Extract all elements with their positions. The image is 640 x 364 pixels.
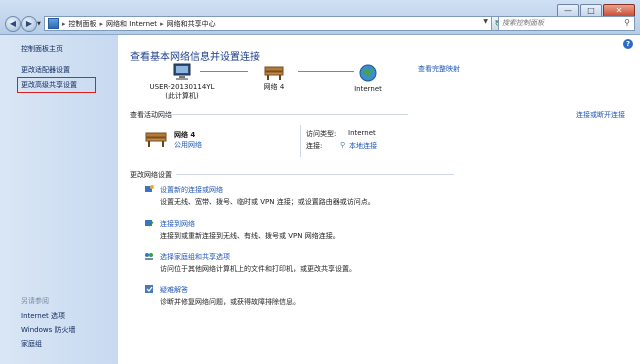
task-description: 诊断并修复网络问题，或获得故障排除信息。 [160,298,300,306]
back-button[interactable]: ◀ [5,16,21,32]
map-computer[interactable]: USER-20130114YL (此计算机) [132,63,232,101]
troubleshoot-link[interactable]: 疑难解答 [160,285,188,295]
sidebar-link-home[interactable]: 控制面板主页 [21,44,63,54]
view-full-map-link[interactable]: 查看完整映射 [418,64,460,74]
map-network[interactable]: 网络 4 [244,63,304,92]
computer-name: USER-20130114YL [149,83,215,91]
map-connector [200,71,248,72]
highlight-box [17,77,96,93]
connect-to-network-link[interactable]: 连接到网络 [160,219,195,229]
bench-network-icon [145,132,167,147]
address-bar[interactable]: ▸ 控制面板 ▸ 网络和 Internet ▸ 网络和共享中心 ▼ [44,16,492,31]
search-box[interactable]: ⚲ [498,16,635,31]
chevron-right-icon[interactable]: ▸ [100,20,104,28]
change-settings-heading: 更改网络设置 [130,171,172,179]
sidebar-link-adapter-settings[interactable]: 更改适配器设置 [21,65,70,75]
history-dropdown-icon[interactable]: ▼ [37,21,41,27]
setup-new-connection-link[interactable]: 设置新的连接或网络 [160,185,223,195]
ethernet-icon: ⚲ [340,141,346,149]
title-bar: — □ ✕ ◀ ▶ ▼ ▸ 控制面板 ▸ 网络和 Internet ▸ 网络和共… [0,0,640,35]
network-name: 网络 4 [263,83,285,91]
section-divider [162,114,408,115]
page-title: 查看基本网络信息并设置连接 [130,52,260,63]
chevron-right-icon[interactable]: ▸ [160,20,164,28]
vertical-divider [300,125,301,157]
homegroup-icon [145,253,153,260]
computer-icon [173,63,191,80]
local-connection-link[interactable]: 本地连接 [349,141,377,151]
breadcrumb-network-internet[interactable]: 网络和 Internet [106,19,157,29]
connection-label: 连接: [306,142,323,150]
new-connection-icon [145,185,154,192]
map-internet[interactable]: Internet [344,63,392,94]
breadcrumb-network-sharing-center[interactable]: 网络和共享中心 [167,19,216,29]
task-description: 设置无线、宽带、拨号、临时或 VPN 连接；或设置路由器或访问点。 [160,198,375,206]
sidebar-link-homegroup[interactable]: 家庭组 [21,339,42,349]
main-panel: ? 查看基本网络信息并设置连接 查看完整映射 USER-20130114YL (… [118,35,640,364]
bench-network-icon [264,66,284,80]
address-dropdown-icon[interactable]: ▼ [483,18,488,25]
task-description: 连接到或重新连接到无线、有线、拨号或 VPN 网络连接。 [160,232,340,240]
control-panel-icon [48,18,59,29]
task-description: 访问位于其他网络计算机上的文件和打印机，或更改共享设置。 [160,265,356,273]
internet-name: Internet [354,85,382,93]
troubleshoot-icon [145,285,153,293]
search-icon[interactable]: ⚲ [624,18,630,27]
computer-sub: (此计算机) [165,92,199,100]
see-also-heading: 另请参阅 [21,297,49,305]
access-type-label: 访问类型: [306,130,337,138]
chevron-right-icon[interactable]: ▸ [62,20,66,28]
sidebar-link-firewall[interactable]: Windows 防火墙 [21,325,75,335]
search-input[interactable] [499,17,615,28]
connect-disconnect-link[interactable]: 连接或断开连接 [576,110,625,120]
connect-network-icon [145,220,154,227]
globe-icon [359,64,377,82]
help-icon[interactable]: ? [623,39,633,49]
section-divider [176,174,454,175]
access-type-value: Internet [348,129,376,137]
network-type-link[interactable]: 公用网络 [174,140,202,150]
breadcrumb-control-panel[interactable]: 控制面板 [69,19,97,29]
homegroup-sharing-link[interactable]: 选择家庭组和共享选项 [160,252,230,262]
sidebar-link-internet-options[interactable]: Internet 选项 [21,311,65,321]
forward-button[interactable]: ▶ [21,16,37,32]
active-network-name: 网络 4 [174,131,196,139]
active-networks-heading: 查看活动网络 [130,111,172,119]
